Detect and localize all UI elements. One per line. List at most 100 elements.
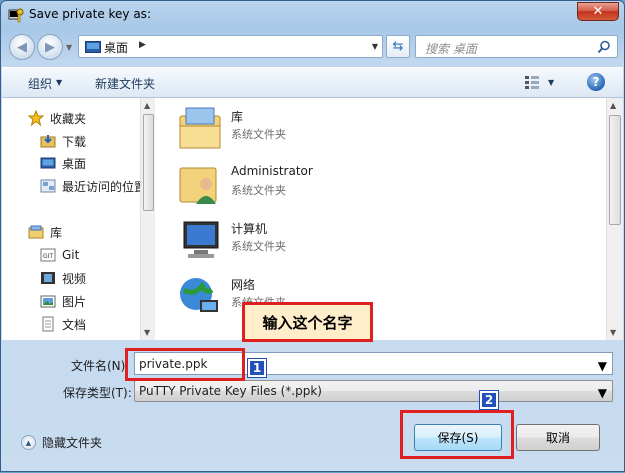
close-icon: ✕ <box>592 4 604 19</box>
filetype-dropdown-icon[interactable]: ▼ <box>598 386 607 400</box>
git-folder-icon: GIT <box>40 248 56 262</box>
picture-icon <box>40 295 56 308</box>
sidebar-scroll-thumb[interactable] <box>143 114 154 211</box>
file-item-network[interactable]: 网络 系统文件夹 <box>176 272 576 322</box>
download-folder-icon <box>40 135 56 148</box>
sidebar-scrollbar[interactable]: ▲ ▼ <box>140 98 155 340</box>
forward-arrow-icon: ▶ <box>45 39 55 55</box>
sidebar-item-label: 最近访问的位置 <box>62 179 147 194</box>
save-dialog: Save private key as: ✕ ◀ ▶ ▼ 桌面 ▶ ▼ ⇆ 搜索… <box>0 0 625 472</box>
sidebar-item-recent[interactable]: 最近访问的位置 <box>40 176 146 196</box>
computer-icon <box>183 221 219 258</box>
filetype-value: PuTTY Private Key Files (*.ppk) <box>139 384 322 398</box>
document-icon <box>42 316 54 332</box>
file-list: 库 系统文件夹 Administrator 系统文件夹 计算机 系统文件夹 网络… <box>156 98 623 340</box>
file-list-scroll-thumb[interactable] <box>609 115 621 225</box>
refresh-icon: ⇆ <box>392 39 404 54</box>
address-dropdown-icon[interactable]: ▼ <box>372 42 378 51</box>
collapse-icon: ▲ <box>21 435 36 450</box>
sidebar-item-label: 图片 <box>62 294 87 309</box>
sidebar-item-desktop[interactable]: 桌面 <box>40 153 86 173</box>
recent-places-icon <box>40 179 56 193</box>
filename-dropdown-icon[interactable]: ▼ <box>598 359 607 373</box>
sidebar-item-git[interactable]: GIT Git <box>40 245 79 265</box>
file-name: 库 <box>231 110 244 124</box>
putty-key-icon <box>8 8 24 23</box>
star-icon <box>28 110 44 126</box>
file-name: Administrator <box>231 164 313 178</box>
sidebar-item-label: 收藏夹 <box>50 111 87 126</box>
file-item-administrator[interactable]: Administrator 系统文件夹 <box>176 160 576 210</box>
save-form: 文件名(N): private.ppk ▼ 保存类型(T): PuTTY Pri… <box>1 340 624 473</box>
search-icon[interactable] <box>597 40 611 54</box>
scroll-down-icon[interactable]: ▼ <box>144 328 150 337</box>
search-box[interactable]: 搜索 桌面 <box>415 35 618 58</box>
sidebar-item-downloads[interactable]: 下载 <box>40 131 86 151</box>
scroll-up-icon[interactable]: ▲ <box>144 101 150 110</box>
file-name: 网络 <box>231 278 256 292</box>
filetype-label: 保存类型(T): <box>63 386 132 400</box>
sidebar-item-label: 库 <box>50 225 63 240</box>
navigation-bar: ◀ ▶ ▼ 桌面 ▶ ▼ ⇆ 搜索 桌面 <box>1 31 624 63</box>
cancel-button-label: 取消 <box>545 431 570 445</box>
scroll-down-icon[interactable]: ▼ <box>610 328 616 337</box>
step-badge-1: 1 <box>247 358 267 378</box>
back-arrow-icon: ◀ <box>17 39 27 55</box>
instruction-callout: 输入这个名字 <box>242 302 373 342</box>
file-type: 系统文件夹 <box>231 184 286 197</box>
sidebar-item-label: 桌面 <box>62 156 87 171</box>
svg-text:GIT: GIT <box>43 253 53 260</box>
sidebar-item-pictures[interactable]: 图片 <box>40 291 86 311</box>
sidebar-item-videos[interactable]: 视频 <box>40 268 86 288</box>
address-location: 桌面 <box>104 41 129 55</box>
title-bar: Save private key as: ✕ <box>1 1 624 29</box>
network-icon <box>180 278 218 312</box>
new-folder-button[interactable]: 新建文件夹 <box>95 75 155 92</box>
view-dropdown-icon[interactable]: ▼ <box>548 78 554 87</box>
address-bar[interactable]: 桌面 ▶ ▼ <box>78 35 383 58</box>
library-folder-icon <box>179 107 221 149</box>
recent-locations-dropdown[interactable]: ▼ <box>66 43 72 52</box>
hide-folders-toggle[interactable]: ▲ 隐藏文件夹 <box>21 434 102 451</box>
sidebar-item-libraries[interactable]: 库 <box>28 222 62 242</box>
refresh-button[interactable]: ⇆ <box>386 35 410 58</box>
file-item-computer[interactable]: 计算机 系统文件夹 <box>176 216 576 266</box>
command-toolbar: 组织 ▼ 新建文件夹 ▼ ? <box>2 67 623 98</box>
hide-folders-label: 隐藏文件夹 <box>42 436 103 450</box>
file-item-libraries[interactable]: 库 系统文件夹 <box>176 104 576 154</box>
file-list-scrollbar[interactable]: ▲ ▼ <box>606 98 623 340</box>
sidebar-item-label: 下载 <box>62 134 87 149</box>
sidebar-item-label: 文档 <box>62 317 87 332</box>
filetype-select[interactable]: PuTTY Private Key Files (*.ppk) ▼ <box>134 380 613 402</box>
scroll-up-icon[interactable]: ▲ <box>610 101 616 110</box>
navigation-pane: 收藏夹 下载 桌面 最近访问的位置 库 GIT Git 视频 图片 文档 ▲ ▼ <box>2 98 155 340</box>
sidebar-item-favorites[interactable]: 收藏夹 <box>28 108 86 128</box>
back-button[interactable]: ◀ <box>9 34 35 60</box>
file-type: 系统文件夹 <box>231 240 286 253</box>
sidebar-item-label: 视频 <box>62 271 87 286</box>
sidebar-item-documents[interactable]: 文档 <box>40 314 86 334</box>
close-button[interactable]: ✕ <box>577 2 619 21</box>
forward-button[interactable]: ▶ <box>37 34 63 60</box>
step-badge-2: 2 <box>479 390 499 410</box>
user-folder-icon <box>179 167 217 204</box>
file-type: 系统文件夹 <box>231 128 286 141</box>
cancel-button[interactable]: 取消 <box>516 424 600 451</box>
filename-highlight-box <box>125 348 245 381</box>
breadcrumb-chevron-icon[interactable]: ▶ <box>139 40 146 50</box>
sidebar-item-label: Git <box>62 248 80 262</box>
file-name: 计算机 <box>231 222 268 236</box>
video-icon <box>41 272 55 284</box>
desktop-icon <box>40 157 56 169</box>
view-options-icon[interactable] <box>524 74 540 90</box>
help-button[interactable]: ? <box>587 73 605 91</box>
save-highlight-box <box>400 410 514 459</box>
filename-label: 文件名(N): <box>71 359 130 373</box>
search-input[interactable]: 搜索 桌面 <box>425 40 477 57</box>
help-icon: ? <box>592 75 600 89</box>
organize-dropdown-icon[interactable]: ▼ <box>56 78 62 87</box>
library-icon <box>28 225 44 239</box>
desktop-icon <box>85 41 101 53</box>
window-title: Save private key as: <box>29 7 151 21</box>
organize-button[interactable]: 组织 <box>28 75 52 92</box>
